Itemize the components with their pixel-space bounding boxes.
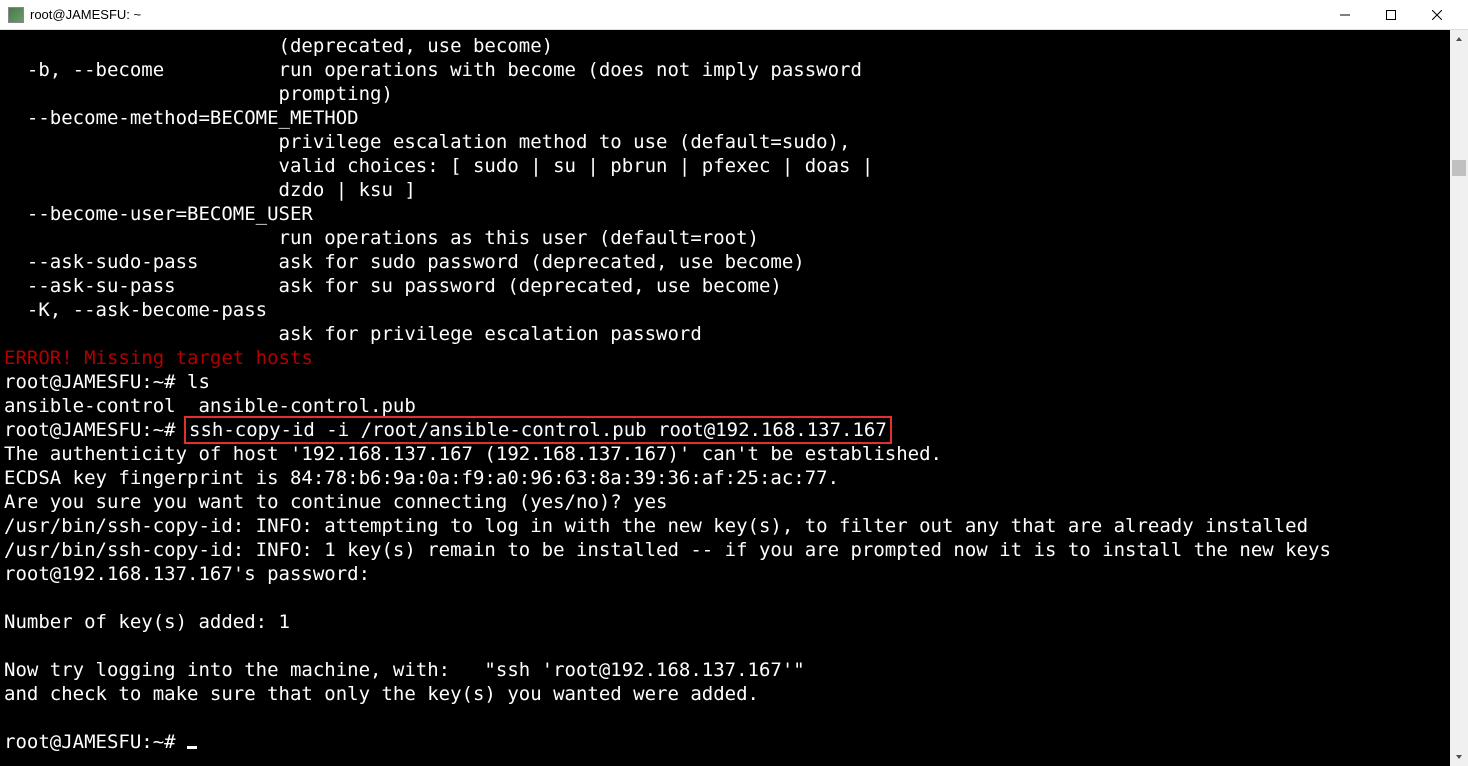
- window-title: root@JAMESFU: ~: [30, 7, 1322, 22]
- prompt: root@JAMESFU:~#: [4, 419, 187, 441]
- output-line: and check to make sure that only the key…: [4, 683, 759, 705]
- help-line: valid choices: [ sudo | su | pbrun | pfe…: [4, 155, 873, 177]
- help-line: dzdo | ksu ]: [4, 179, 416, 201]
- prompt: root@JAMESFU:~#: [4, 371, 187, 393]
- help-line: --ask-sudo-pass ask for sudo password (d…: [4, 251, 805, 273]
- output-line: The authenticity of host '192.168.137.16…: [4, 443, 942, 465]
- titlebar[interactable]: root@JAMESFU: ~: [0, 0, 1468, 30]
- terminal-window: root@JAMESFU: ~ (deprecated, use become)…: [0, 0, 1468, 766]
- output-line: /usr/bin/ssh-copy-id: INFO: attempting t…: [4, 515, 1308, 537]
- help-line: --become-user=BECOME_USER: [4, 203, 313, 225]
- terminal-content[interactable]: (deprecated, use become) -b, --become ru…: [0, 30, 1450, 766]
- help-line: --become-method=BECOME_METHOD: [4, 107, 359, 129]
- app-icon: [8, 7, 24, 23]
- help-line: run operations as this user (default=roo…: [4, 227, 759, 249]
- help-line: (deprecated, use become): [4, 35, 553, 57]
- terminal-area: (deprecated, use become) -b, --become ru…: [0, 30, 1468, 766]
- scroll-down-arrow[interactable]: [1450, 748, 1468, 766]
- cursor: [187, 746, 197, 749]
- scroll-thumb[interactable]: [1452, 160, 1466, 176]
- help-line: -K, --ask-become-pass: [4, 299, 267, 321]
- help-line: privilege escalation method to use (defa…: [4, 131, 850, 153]
- maximize-button[interactable]: [1368, 0, 1414, 30]
- output-line: root@192.168.137.167's password:: [4, 563, 370, 585]
- output-line: /usr/bin/ssh-copy-id: INFO: 1 key(s) rem…: [4, 539, 1331, 561]
- command: ls: [187, 371, 210, 393]
- output-line: ansible-control ansible-control.pub: [4, 395, 416, 417]
- scroll-up-arrow[interactable]: [1450, 30, 1468, 48]
- minimize-button[interactable]: [1322, 0, 1368, 30]
- output-line: Number of key(s) added: 1: [4, 611, 290, 633]
- window-controls: [1322, 0, 1460, 30]
- highlighted-command: ssh-copy-id -i /root/ansible-control.pub…: [184, 416, 892, 444]
- output-line: Now try logging into the machine, with: …: [4, 659, 805, 681]
- prompt: root@JAMESFU:~#: [4, 731, 187, 753]
- error-line: ERROR! Missing target hosts: [4, 347, 313, 369]
- output-line: ECDSA key fingerprint is 84:78:b6:9a:0a:…: [4, 467, 839, 489]
- output-line: Are you sure you want to continue connec…: [4, 491, 667, 513]
- help-line: prompting): [4, 83, 393, 105]
- close-button[interactable]: [1414, 0, 1460, 30]
- help-line: --ask-su-pass ask for su password (depre…: [4, 275, 782, 297]
- help-line: ask for privilege escalation password: [4, 323, 702, 345]
- scrollbar[interactable]: [1450, 30, 1468, 766]
- help-line: -b, --become run operations with become …: [4, 59, 862, 81]
